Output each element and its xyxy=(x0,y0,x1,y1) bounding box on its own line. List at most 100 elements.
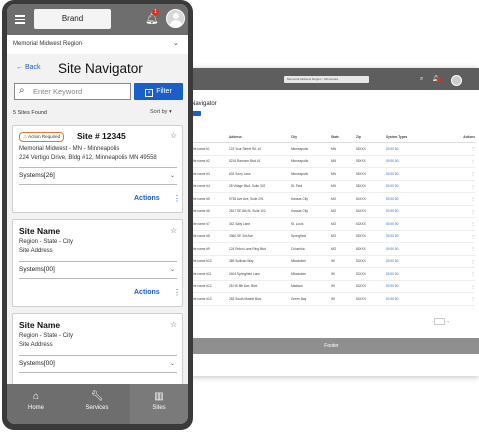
desktop-footer: Footer xyxy=(184,338,479,354)
table-row[interactable]: Site name #7 342 Sally Lane St. Louis MO 63X… xyxy=(191,217,475,231)
star-icon[interactable]: ☆ xyxy=(170,320,177,329)
table-cell: MN xyxy=(331,180,356,193)
table-cell: 123 Your Street Rd, #1 xyxy=(229,142,291,156)
chevron-down-icon[interactable]: ⌄ xyxy=(170,360,175,367)
site-card[interactable]: Site Name ☆ Region - State - City Site A… xyxy=(12,219,183,307)
kebab-menu-icon[interactable]: ⋮ xyxy=(448,167,475,181)
desktop-region-select[interactable]: Memorial Midwest Region - Minnesota xyxy=(284,76,369,83)
table-row[interactable]: Site name #9 124 Robin Lane Ring Blvd Colu… xyxy=(191,242,475,256)
column-header[interactable]: System Types xyxy=(386,132,448,143)
kebab-menu-icon[interactable]: ⋮ xyxy=(173,194,181,203)
desktop-search-icon[interactable]: ⌕ xyxy=(420,75,423,83)
table-cell: Minneapolis xyxy=(291,167,331,181)
desktop-header: Memorial Midwest Region - Minnesota ⌕ 🔔︎ xyxy=(184,68,479,90)
chevron-down-icon: ⌄ xyxy=(173,40,179,47)
table-row[interactable]: Site name #1 123 Your Street Rd, #1 Minnea… xyxy=(191,142,475,156)
wrench-icon: 🔧︎ xyxy=(90,391,104,402)
kebab-menu-icon[interactable]: ⋮ xyxy=(448,292,475,306)
table-row[interactable]: Site name #13 283 South Market Blvd Green … xyxy=(191,292,475,306)
hamburger-menu-icon[interactable] xyxy=(15,15,25,24)
table-cell: MO xyxy=(331,192,356,206)
table-cell: 00 00 00 xyxy=(386,155,448,168)
actions-link[interactable]: Actions xyxy=(134,195,160,202)
kebab-menu-icon[interactable]: ⋮ xyxy=(448,192,475,206)
filter-icon: × xyxy=(145,89,154,97)
star-icon[interactable]: ☆ xyxy=(170,226,177,235)
kebab-menu-icon[interactable]: ⋮ xyxy=(448,230,475,243)
nav-item-sites[interactable]: ▥ Sites xyxy=(130,384,188,424)
nav-item-services[interactable]: 🔧︎ Services xyxy=(68,384,126,424)
table-cell: Green Bay xyxy=(291,292,331,306)
chevron-down-icon[interactable]: ⌄ xyxy=(170,266,175,273)
systems-toggle[interactable]: Systems[00] xyxy=(19,266,55,273)
column-header[interactable]: Zip xyxy=(356,132,386,143)
desktop-pagination[interactable]: ‹ › » xyxy=(432,318,449,325)
region-selector[interactable]: Memorial Midwest Region ⌄ xyxy=(7,35,188,55)
table-cell: 00 00 00 xyxy=(386,167,448,181)
avatar[interactable] xyxy=(166,9,185,28)
nav-label: Sites xyxy=(152,405,166,411)
action-required-badge: ⚠ Action Required xyxy=(19,132,65,142)
table-row[interactable]: Site name #4 28 Village Blvd, Suite 302 St… xyxy=(191,180,475,193)
badge-label: Action Required xyxy=(28,134,61,139)
table-row[interactable]: Site name #3 603 Sorry Lane Minneapolis MN 5… xyxy=(191,167,475,181)
systems-toggle[interactable]: Systems[00] xyxy=(19,360,55,367)
table-row[interactable]: Site name #11 2404 Springfield Lane Milwau… xyxy=(191,267,475,281)
page-input[interactable] xyxy=(433,318,445,325)
table-cell: 53XXX xyxy=(356,255,386,268)
table-row[interactable]: Site name #2 5216 Ramone Blvd #1 Minneapol… xyxy=(191,155,475,168)
table-cell: 00 00 00 xyxy=(386,255,448,268)
kebab-menu-icon[interactable]: ⋮ xyxy=(448,142,475,156)
table-cell: St. Paul xyxy=(291,180,331,193)
table-row[interactable]: Site name #5 9738 Ave Ave, Suite 201 Kansa… xyxy=(191,192,475,206)
nav-item-home[interactable]: ⌂ Home xyxy=(7,384,65,424)
arrow-left-icon: ← xyxy=(16,64,23,71)
kebab-menu-icon[interactable]: ⋮ xyxy=(448,267,475,281)
filter-button[interactable]: × Filter xyxy=(134,83,183,100)
caret-down-icon: ▾ xyxy=(168,109,172,115)
table-cell: 2404 Springfield Lane xyxy=(229,267,291,281)
star-icon[interactable]: ☆ xyxy=(170,131,177,140)
divider xyxy=(19,167,177,168)
table-cell: Site name #12 xyxy=(191,280,229,293)
actions-link[interactable]: Actions xyxy=(134,289,160,296)
divider xyxy=(19,261,177,262)
systems-toggle[interactable]: Systems[26] xyxy=(19,172,55,179)
search-field[interactable]: ⌕ xyxy=(14,83,131,100)
main-content: ← Back Site Navigator ⌕ ×Filter 5 Sites … xyxy=(7,54,188,393)
table-row[interactable]: Site name #6 2817 SE 8th St, Suite 102 Kan… xyxy=(191,205,475,218)
kebab-menu-icon[interactable]: ⋮ xyxy=(448,180,475,193)
site-card[interactable]: Site Name ☆ Region - State - City Site A… xyxy=(12,313,183,393)
table-cell: 53XXX xyxy=(356,280,386,293)
kebab-menu-icon[interactable]: ⋮ xyxy=(448,217,475,231)
table-cell: 00 00 00 xyxy=(386,267,448,281)
table-cell: 64XXX xyxy=(356,205,386,218)
buildings-icon: ▥ xyxy=(154,391,164,402)
desktop-avatar[interactable] xyxy=(451,75,462,86)
table-cell: 55XXX xyxy=(356,180,386,193)
site-name: Site Name xyxy=(19,226,61,236)
table-row[interactable]: Site name #12 28 HS 8th Ave, Blvd Madison W… xyxy=(191,280,475,293)
kebab-menu-icon[interactable]: ⋮ xyxy=(448,242,475,256)
brand-logo[interactable]: Brand xyxy=(34,9,111,29)
site-card[interactable]: ⚠ Action Required Site # 12345 ☆ Memoria… xyxy=(12,125,183,213)
kebab-menu-icon[interactable]: ⋮ xyxy=(448,280,475,293)
kebab-menu-icon[interactable]: ⋮ xyxy=(448,255,475,268)
home-icon: ⌂ xyxy=(32,391,40,402)
kebab-menu-icon[interactable]: ⋮ xyxy=(448,205,475,218)
column-header[interactable]: Address xyxy=(229,132,291,143)
chevron-down-icon[interactable]: ⌄ xyxy=(170,172,175,179)
column-header[interactable]: State xyxy=(331,132,356,143)
kebab-menu-icon[interactable]: ⋮ xyxy=(448,155,475,168)
table-row[interactable]: Site name #10 389 Sullivan Way Milwaukee WI… xyxy=(191,255,475,268)
column-header[interactable]: City xyxy=(291,132,331,143)
kebab-menu-icon[interactable]: ⋮ xyxy=(173,288,181,297)
search-input[interactable] xyxy=(33,86,128,97)
table-cell: MO xyxy=(331,230,356,243)
table-row[interactable]: Site name #8 3360 SE 3rd Ave Springfield MO… xyxy=(191,230,475,243)
column-header[interactable] xyxy=(191,132,229,143)
table-cell: St. Louis xyxy=(291,217,331,231)
sort-by-dropdown[interactable]: Sort by ▾ xyxy=(150,109,172,115)
back-link[interactable]: ← Back xyxy=(16,64,41,71)
page-title: Site Navigator xyxy=(58,61,143,76)
